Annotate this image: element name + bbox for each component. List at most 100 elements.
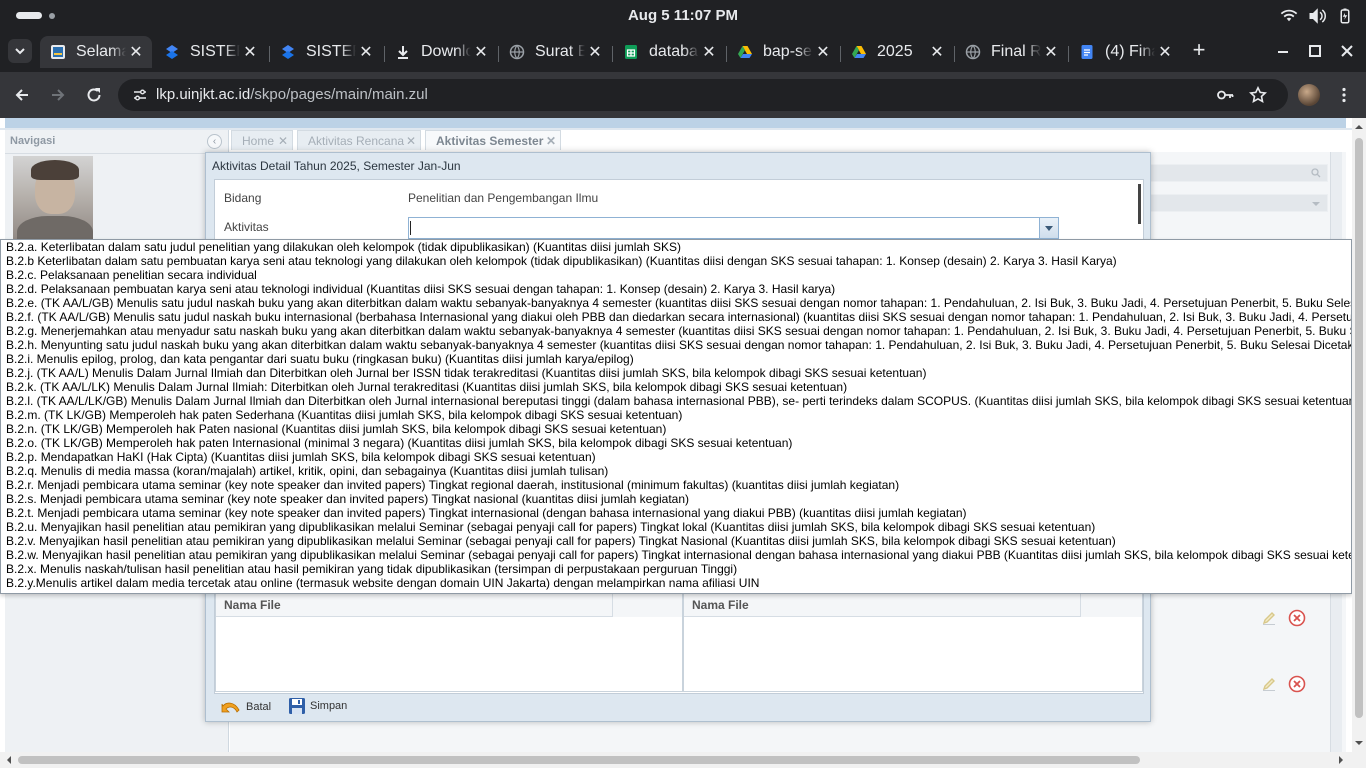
close-tab-icon[interactable]: ✕ bbox=[699, 42, 719, 62]
browser-tab[interactable]: bap-sem ✕ bbox=[727, 36, 839, 68]
delete-icon[interactable] bbox=[1288, 609, 1306, 627]
profile-avatar[interactable] bbox=[1298, 84, 1320, 106]
close-tab-icon[interactable]: ✕ bbox=[927, 42, 947, 62]
dropdown-toggle-button[interactable] bbox=[1039, 218, 1058, 238]
file-list-left: Nama File bbox=[215, 592, 683, 692]
browser-tab[interactable]: 2025 ✕ bbox=[841, 36, 953, 68]
tab-home[interactable]: Home ✕ bbox=[231, 130, 293, 150]
dropdown-option[interactable]: B.2.g. Menerjemahkan atau menyadur satu … bbox=[1, 324, 1351, 338]
edit-pencil-icon[interactable] bbox=[1261, 676, 1277, 692]
edit-pencil-icon[interactable] bbox=[1261, 610, 1277, 626]
dropdown-option[interactable]: B.2.v. Menyajikan hasil penelitian atau … bbox=[1, 534, 1351, 548]
save-button[interactable]: Simpan bbox=[288, 697, 347, 715]
key-icon[interactable] bbox=[1216, 86, 1234, 104]
sheets-icon bbox=[623, 44, 639, 60]
page-tab-bar: Home ✕ Aktivitas Rencana ✕ Aktivitas Sem… bbox=[230, 130, 1346, 152]
dropdown-option[interactable]: B.2.y.Menulis artikel dalam media tercet… bbox=[1, 576, 1351, 590]
aktivitas-dropdown-list: B.2.a. Keterlibatan dalam satu judul pen… bbox=[0, 239, 1352, 594]
dropdown-option[interactable]: B.2.b Keterlibatan dalam satu pembuatan … bbox=[1, 254, 1351, 268]
dropdown-option[interactable]: B.2.u. Menyajikan hasil penelitian atau … bbox=[1, 520, 1351, 534]
delete-icon[interactable] bbox=[1288, 675, 1306, 693]
dropdown-option[interactable]: B.2.a. Keterlibatan dalam satu judul pen… bbox=[1, 240, 1351, 254]
cancel-button[interactable]: Batal bbox=[220, 697, 271, 717]
close-tab-icon[interactable]: ✕ bbox=[406, 134, 416, 148]
close-tab-icon[interactable]: ✕ bbox=[1155, 42, 1175, 62]
close-tab-icon[interactable]: ✕ bbox=[585, 42, 605, 62]
battery-icon bbox=[1340, 8, 1350, 24]
close-tab-icon[interactable]: ✕ bbox=[813, 42, 833, 62]
dropdown-option[interactable]: B.2.m. (TK LK/GB) Memperoleh hak paten S… bbox=[1, 408, 1351, 422]
scroll-left-arrow-icon[interactable] bbox=[2, 753, 16, 767]
browser-tab[interactable]: SISTER ✕ bbox=[270, 36, 382, 68]
dropdown-option[interactable]: B.2.r. Menjadi pembicara utama seminar (… bbox=[1, 478, 1351, 492]
dropdown-option[interactable]: B.2.c. Pelaksanaan penelitian secara ind… bbox=[1, 268, 1351, 282]
browser-tab[interactable]: Final Report ✕ bbox=[955, 36, 1067, 68]
close-tab-icon[interactable]: ✕ bbox=[546, 134, 556, 148]
dropdown-option[interactable]: B.2.d. Pelaksanaan pembuatan karya seni … bbox=[1, 282, 1351, 296]
dropdown-option[interactable]: B.2.j. (TK AA/L) Menulis Dalam Jurnal Il… bbox=[1, 366, 1351, 380]
close-tab-icon[interactable]: ✕ bbox=[126, 42, 146, 62]
tab-label: Aktivitas Semester bbox=[436, 134, 544, 148]
minimize-button[interactable] bbox=[1272, 40, 1294, 62]
reload-button[interactable] bbox=[82, 83, 106, 107]
browser-tab[interactable]: Surat Edaran ✕ bbox=[499, 36, 611, 68]
tab-aktivitas-rencana[interactable]: Aktivitas Rencana ✕ bbox=[297, 130, 421, 150]
navigation-title: Navigasi bbox=[10, 135, 56, 147]
scroll-right-arrow-icon[interactable] bbox=[1334, 753, 1348, 767]
tab-aktivitas-semester[interactable]: Aktivitas Semester ✕ bbox=[425, 130, 561, 150]
browser-tab[interactable]: Selamat Datang ✕ bbox=[40, 36, 152, 68]
bookmark-star-icon[interactable] bbox=[1249, 86, 1267, 104]
close-tab-icon[interactable]: ✕ bbox=[278, 134, 288, 148]
aktivitas-combobox[interactable] bbox=[408, 217, 1059, 239]
scroll-down-arrow-icon[interactable] bbox=[1352, 736, 1366, 750]
scroll-up-arrow-icon[interactable] bbox=[1352, 120, 1366, 134]
close-window-button[interactable] bbox=[1336, 40, 1358, 62]
close-tab-icon[interactable]: ✕ bbox=[1041, 42, 1061, 62]
dropdown-option[interactable]: B.2.s. Menjadi pembicara utama seminar (… bbox=[1, 492, 1351, 506]
browser-tab[interactable]: (4) Final ✕ bbox=[1069, 36, 1181, 68]
browser-menu-button[interactable] bbox=[1332, 83, 1356, 107]
address-bar[interactable]: lkp.uinjkt.ac.id/skpo/pages/main/main.zu… bbox=[118, 79, 1288, 111]
dropdown-option[interactable]: B.2.t. Menjadi pembicara utama seminar (… bbox=[1, 506, 1351, 520]
dropdown-option[interactable]: B.2.f. (TK AA/L/GB) Menulis satu judul n… bbox=[1, 310, 1351, 324]
dropdown-option[interactable]: B.2.n. (TK LK/GB) Memperoleh hak Paten n… bbox=[1, 422, 1351, 436]
vertical-scrollbar[interactable] bbox=[1352, 118, 1366, 752]
browser-tab-strip: Selamat Datang ✕ SISTER ✕ SISTER ✕ Downl… bbox=[0, 32, 1366, 72]
dropdown-option[interactable]: B.2.i. Menulis epilog, prolog, dan kata … bbox=[1, 352, 1351, 366]
site-info-icon[interactable] bbox=[132, 87, 148, 103]
close-tab-icon[interactable]: ✕ bbox=[240, 42, 260, 62]
maximize-button[interactable] bbox=[1304, 40, 1326, 62]
horizontal-scrollbar[interactable] bbox=[0, 752, 1366, 768]
maximize-icon bbox=[1309, 45, 1321, 57]
undo-arrow-icon bbox=[221, 702, 240, 713]
dropdown-option[interactable]: B.2.l. (TK AA/L/LK/GB) Menulis Dalam Jur… bbox=[1, 394, 1351, 408]
globe-icon bbox=[509, 44, 525, 60]
dropdown-option[interactable]: B.2.e. (TK AA/L/GB) Menulis satu judul n… bbox=[1, 296, 1351, 310]
close-tab-icon[interactable]: ✕ bbox=[356, 42, 376, 62]
dropdown-option[interactable]: B.2.q. Menulis di media massa (koran/maj… bbox=[1, 464, 1351, 478]
forward-button[interactable] bbox=[46, 83, 70, 107]
user-photo bbox=[13, 156, 93, 242]
back-button[interactable] bbox=[10, 83, 34, 107]
vertical-scroll-thumb[interactable] bbox=[1355, 138, 1363, 718]
search-icon bbox=[1311, 168, 1321, 178]
close-tab-icon[interactable]: ✕ bbox=[471, 42, 491, 62]
dropdown-option[interactable]: B.2.k. (TK AA/L/LK) Menulis Dalam Jurnal… bbox=[1, 380, 1351, 394]
horizontal-scroll-thumb[interactable] bbox=[18, 756, 1140, 764]
browser-tab[interactable]: Download ✕ bbox=[385, 36, 497, 68]
collapse-panel-icon[interactable]: ‹ bbox=[207, 134, 222, 149]
dropdown-option[interactable]: B.2.w. Menyajikan hasil penelitian atau … bbox=[1, 548, 1351, 562]
dropdown-option[interactable]: B.2.o. (TK LK/GB) Memperoleh hak paten I… bbox=[1, 436, 1351, 450]
browser-tab[interactable]: SISTER ✕ bbox=[154, 36, 266, 68]
uin-logo-icon bbox=[50, 44, 66, 60]
browser-tab[interactable]: database ✕ bbox=[613, 36, 725, 68]
new-tab-button[interactable]: + bbox=[1188, 39, 1210, 62]
tab-search-button[interactable] bbox=[8, 39, 32, 63]
system-tray[interactable] bbox=[1280, 7, 1354, 25]
sister-logo-icon bbox=[164, 44, 180, 60]
tab-label: Home bbox=[242, 134, 275, 148]
dropdown-option[interactable]: B.2.x. Menulis naskah/tulisan hasil pene… bbox=[1, 562, 1351, 576]
dropdown-option[interactable]: B.2.h. Menyunting satu judul naskah buku… bbox=[1, 338, 1351, 352]
chevron-down-icon bbox=[1312, 202, 1320, 206]
dropdown-option[interactable]: B.2.p. Mendapatkan HaKI (Hak Cipta) (Kua… bbox=[1, 450, 1351, 464]
